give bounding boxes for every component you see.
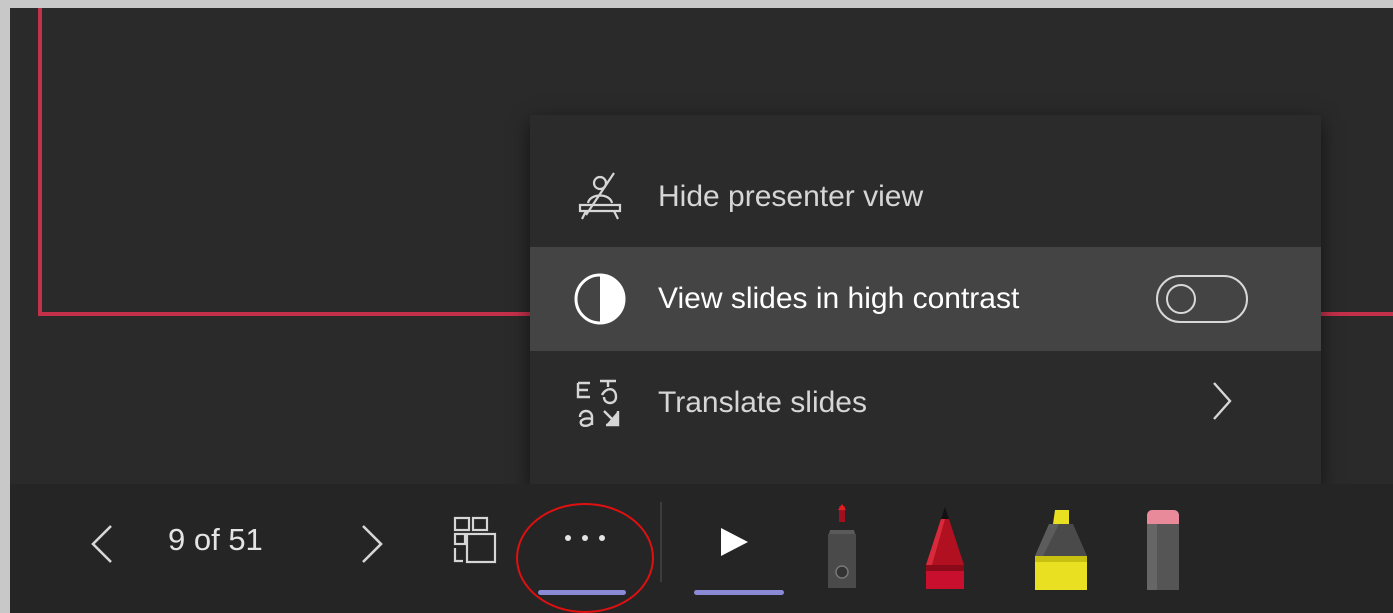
pointer-tool-button[interactable] — [708, 520, 760, 564]
pointer-icon — [721, 528, 748, 556]
presentation-window: Hide presenter view View slides in high … — [10, 8, 1393, 613]
chevron-left-icon — [91, 525, 112, 563]
annotation-circle — [516, 503, 654, 613]
highlighter-tool-button[interactable] — [1028, 504, 1094, 594]
laser-pointer-icon — [828, 504, 856, 588]
eraser-icon — [1147, 510, 1179, 590]
chevron-right-icon — [1208, 379, 1236, 428]
pen-icon — [926, 507, 964, 589]
slide-grid-button[interactable] — [446, 510, 506, 570]
translate-icon — [570, 373, 630, 433]
high-contrast-toggle[interactable] — [1156, 275, 1248, 323]
menu-item-translate-slides[interactable]: Translate slides — [530, 351, 1321, 455]
page-count: 9 of 51 — [168, 522, 263, 557]
menu-item-hide-presenter-view[interactable]: Hide presenter view — [530, 145, 1321, 249]
presenter-toolbar: 9 of 51 — [10, 484, 1393, 613]
menu-item-label: Hide presenter view — [658, 180, 924, 213]
pointer-active-indicator — [694, 590, 784, 595]
toggle-knob — [1166, 284, 1196, 314]
hide-presenter-icon — [570, 167, 630, 227]
more-options-menu: Hide presenter view View slides in high … — [530, 115, 1321, 485]
menu-item-high-contrast[interactable]: View slides in high contrast — [530, 247, 1321, 351]
laser-pointer-tool-button[interactable] — [818, 502, 866, 592]
pen-tool-button[interactable] — [920, 504, 970, 592]
menu-item-label: View slides in high contrast — [658, 282, 1020, 315]
next-slide-button[interactable] — [352, 514, 392, 574]
menu-item-label: Translate slides — [658, 386, 867, 419]
previous-slide-button[interactable] — [82, 514, 122, 574]
contrast-icon — [570, 269, 630, 329]
eraser-tool-button[interactable] — [1138, 504, 1188, 594]
toolbar-divider — [660, 502, 662, 582]
highlighter-icon — [1035, 510, 1087, 590]
chevron-right-icon — [362, 525, 383, 563]
slide-grid-icon — [453, 516, 497, 564]
